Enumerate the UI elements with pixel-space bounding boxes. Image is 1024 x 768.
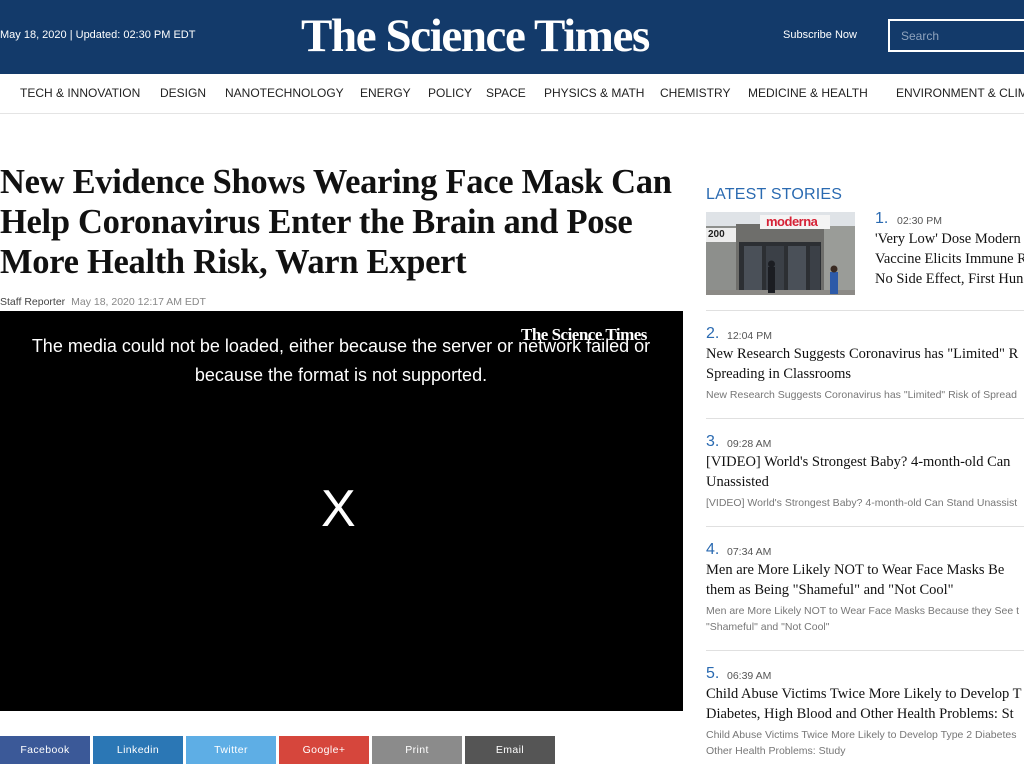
story-title-line[interactable]: Diabetes, High Blood and Other Health Pr… [706,704,1024,724]
divider [706,418,1024,419]
story-summary: [VIDEO] World's Strongest Baby? 4-month-… [706,497,1018,509]
nav-item-policy[interactable]: POLICY [428,86,472,100]
media-error-message: The media could not be loaded, either be… [31,336,651,385]
story-title-line[interactable]: No Side Effect, First Hun [875,269,1024,289]
story-item-3[interactable]: 3. 09:28 AM [VIDEO] World's Strongest Ba… [706,433,1024,513]
story-summary: "Shameful" and "Not Cool" [706,621,830,633]
story-item-4[interactable]: 4. 07:34 AM Men are More Likely NOT to W… [706,541,1024,641]
divider [706,526,1024,527]
main-nav: TECH & INNOVATION DESIGN NANOTECHNOLOGY … [0,74,1024,114]
nav-item-tech-innovation[interactable]: TECH & INNOVATION [20,86,140,100]
nav-item-chemistry[interactable]: CHEMISTRY [660,86,730,100]
story-item-2[interactable]: 2. 12:04 PM New Research Suggests Corona… [706,325,1024,405]
nav-item-medicine-health[interactable]: MEDICINE & HEALTH [748,86,868,100]
site-header: May 18, 2020 | Updated: 02:30 PM EDT The… [0,0,1024,74]
story-item-5[interactable]: 5. 06:39 AM Child Abuse Victims Twice Mo… [706,665,1024,765]
share-twitter-button[interactable]: Twitter [186,736,276,764]
divider [706,650,1024,651]
story-time: 12:04 PM [727,330,772,342]
email-button[interactable]: Email [465,736,555,764]
latest-stories-heading: LATEST STORIES [706,186,843,203]
story-number: 5. [706,665,720,682]
story-time: 07:34 AM [727,546,772,558]
share-googleplus-button[interactable]: Google+ [279,736,369,764]
byline: Staff Reporter May 18, 2020 12:17 AM EDT [0,296,206,308]
video-player[interactable]: The Science Times The media could not be… [0,311,683,711]
print-button[interactable]: Print [372,736,462,764]
story-title-line[interactable]: them as Being "Shameful" and "Not Cool" [706,580,1024,600]
story-title-line[interactable]: Spreading in Classrooms [706,364,1024,384]
story-item-1[interactable]: 1. 02:30 PM 'Very Low' Dose Modern Vacci… [706,210,1024,300]
story-title-line[interactable]: Men are More Likely NOT to Wear Face Mas… [706,560,1024,580]
share-facebook-button[interactable]: Facebook [0,736,90,764]
site-logo[interactable]: The Science Times [301,8,650,64]
search-input[interactable] [888,19,1024,52]
story-number: 3. [706,433,720,450]
nav-item-design[interactable]: DESIGN [160,86,206,100]
story-title-line[interactable]: Unassisted [706,472,1024,492]
close-icon[interactable]: X [321,479,356,539]
nav-item-physics-math[interactable]: PHYSICS & MATH [544,86,644,100]
share-linkedin-button[interactable]: Linkedin [93,736,183,764]
header-date: May 18, 2020 | Updated: 02:30 PM EDT [0,29,196,41]
story-number: 4. [706,541,720,558]
story-title-line[interactable]: [VIDEO] World's Strongest Baby? 4-month-… [706,452,1024,472]
story-summary: Other Health Problems: Study [706,745,846,757]
author-name[interactable]: Staff Reporter [0,296,65,308]
publish-time: May 18, 2020 12:17 AM EDT [71,296,206,308]
article-headline: New Evidence Shows Wearing Face Mask Can… [0,163,672,281]
story-time: 06:39 AM [727,670,772,682]
story-number: 2. [706,325,720,342]
story-title-line[interactable]: Vaccine Elicits Immune R [875,249,1024,269]
story-title-line[interactable]: New Research Suggests Coronavirus has "L… [706,344,1024,364]
story-time: 09:28 AM [727,438,772,450]
nav-item-nanotechnology[interactable]: NANOTECHNOLOGY [225,86,344,100]
nav-item-environment-climate[interactable]: ENVIRONMENT & CLIMA [896,86,1024,100]
subscribe-link[interactable]: Subscribe Now [783,29,857,41]
story-time: 02:30 PM [897,215,942,227]
story-summary: Men are More Likely NOT to Wear Face Mas… [706,605,1019,617]
divider [706,310,1024,311]
story-summary: New Research Suggests Coronavirus has "L… [706,389,1017,401]
story-number: 1. [875,210,889,227]
nav-item-energy[interactable]: ENERGY [360,86,411,100]
story-summary: Child Abuse Victims Twice More Likely to… [706,729,1017,741]
nav-item-space[interactable]: SPACE [486,86,526,100]
story-title-line[interactable]: 'Very Low' Dose Modern [875,229,1024,249]
story-title-line[interactable]: Child Abuse Victims Twice More Likely to… [706,684,1024,704]
